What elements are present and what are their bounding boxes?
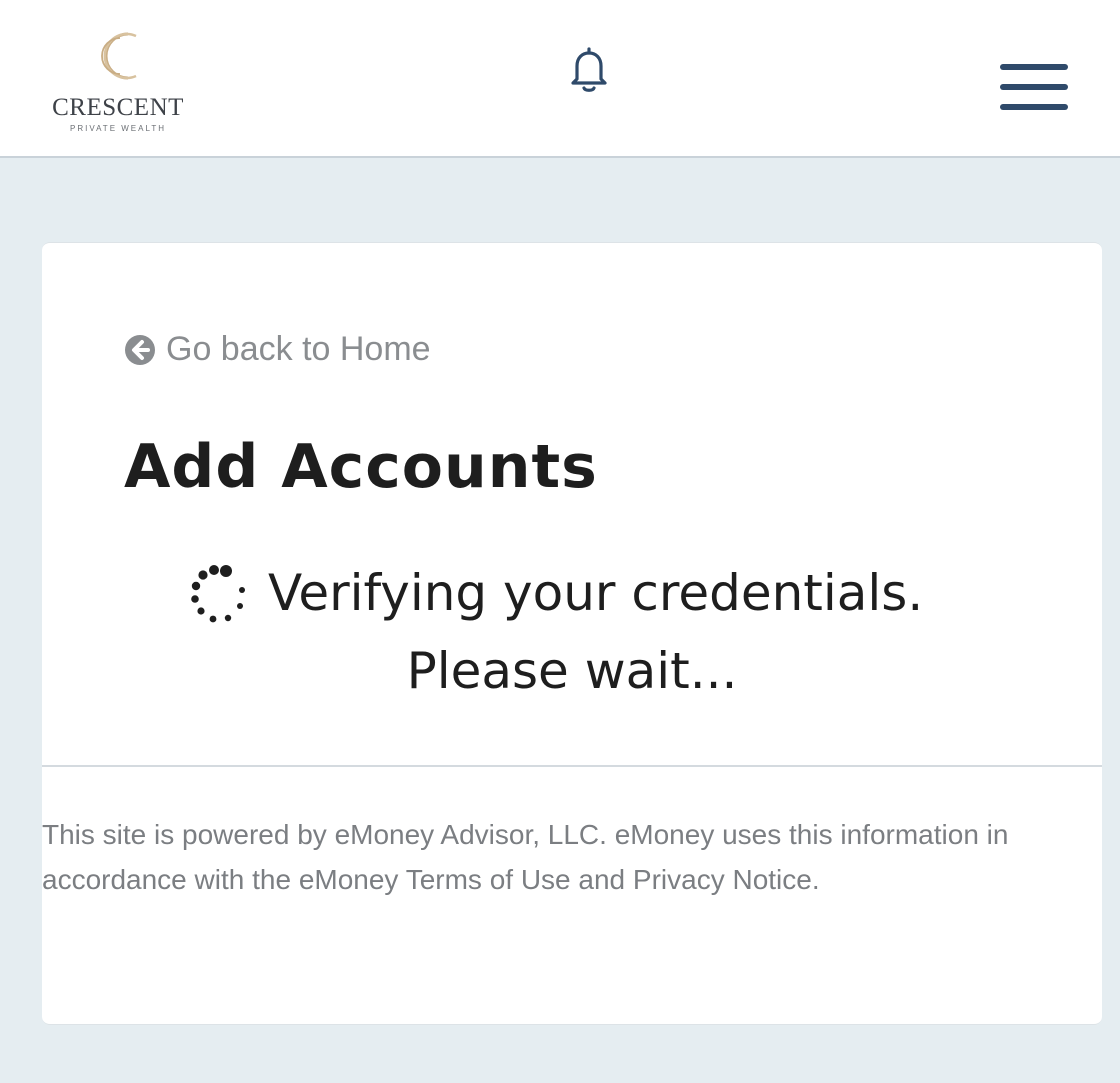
loading-spinner-icon (191, 565, 245, 623)
crescent-logo-mark (101, 32, 137, 80)
hamburger-menu-button[interactable] (998, 60, 1070, 116)
menu-bar-middle (1000, 84, 1068, 90)
powered-by-notice: This site is powered by eMoney Advisor, … (42, 819, 1009, 895)
go-back-home-label: Go back to Home (166, 330, 431, 368)
go-back-home-link[interactable]: Go back to Home (124, 330, 431, 369)
please-wait-text: Please wait... (406, 642, 738, 700)
logo-tagline: PRIVATE WEALTH (69, 124, 166, 133)
circle-arrow-left-icon (125, 334, 155, 365)
crescent-logo[interactable]: CRESCENT PRIVATE WEALTH (38, 24, 198, 136)
bell-icon (571, 47, 607, 92)
menu-bar-top (1000, 64, 1068, 70)
menu-bar-bottom (1000, 104, 1068, 110)
verifying-status-text: Verifying your credentials. (268, 564, 924, 622)
page-title: Add Accounts (124, 432, 598, 502)
app-header: CRESCENT PRIVATE WEALTH (0, 0, 1120, 158)
notifications-button[interactable] (566, 44, 612, 94)
logo-wordmark: CRESCENT (52, 94, 184, 121)
